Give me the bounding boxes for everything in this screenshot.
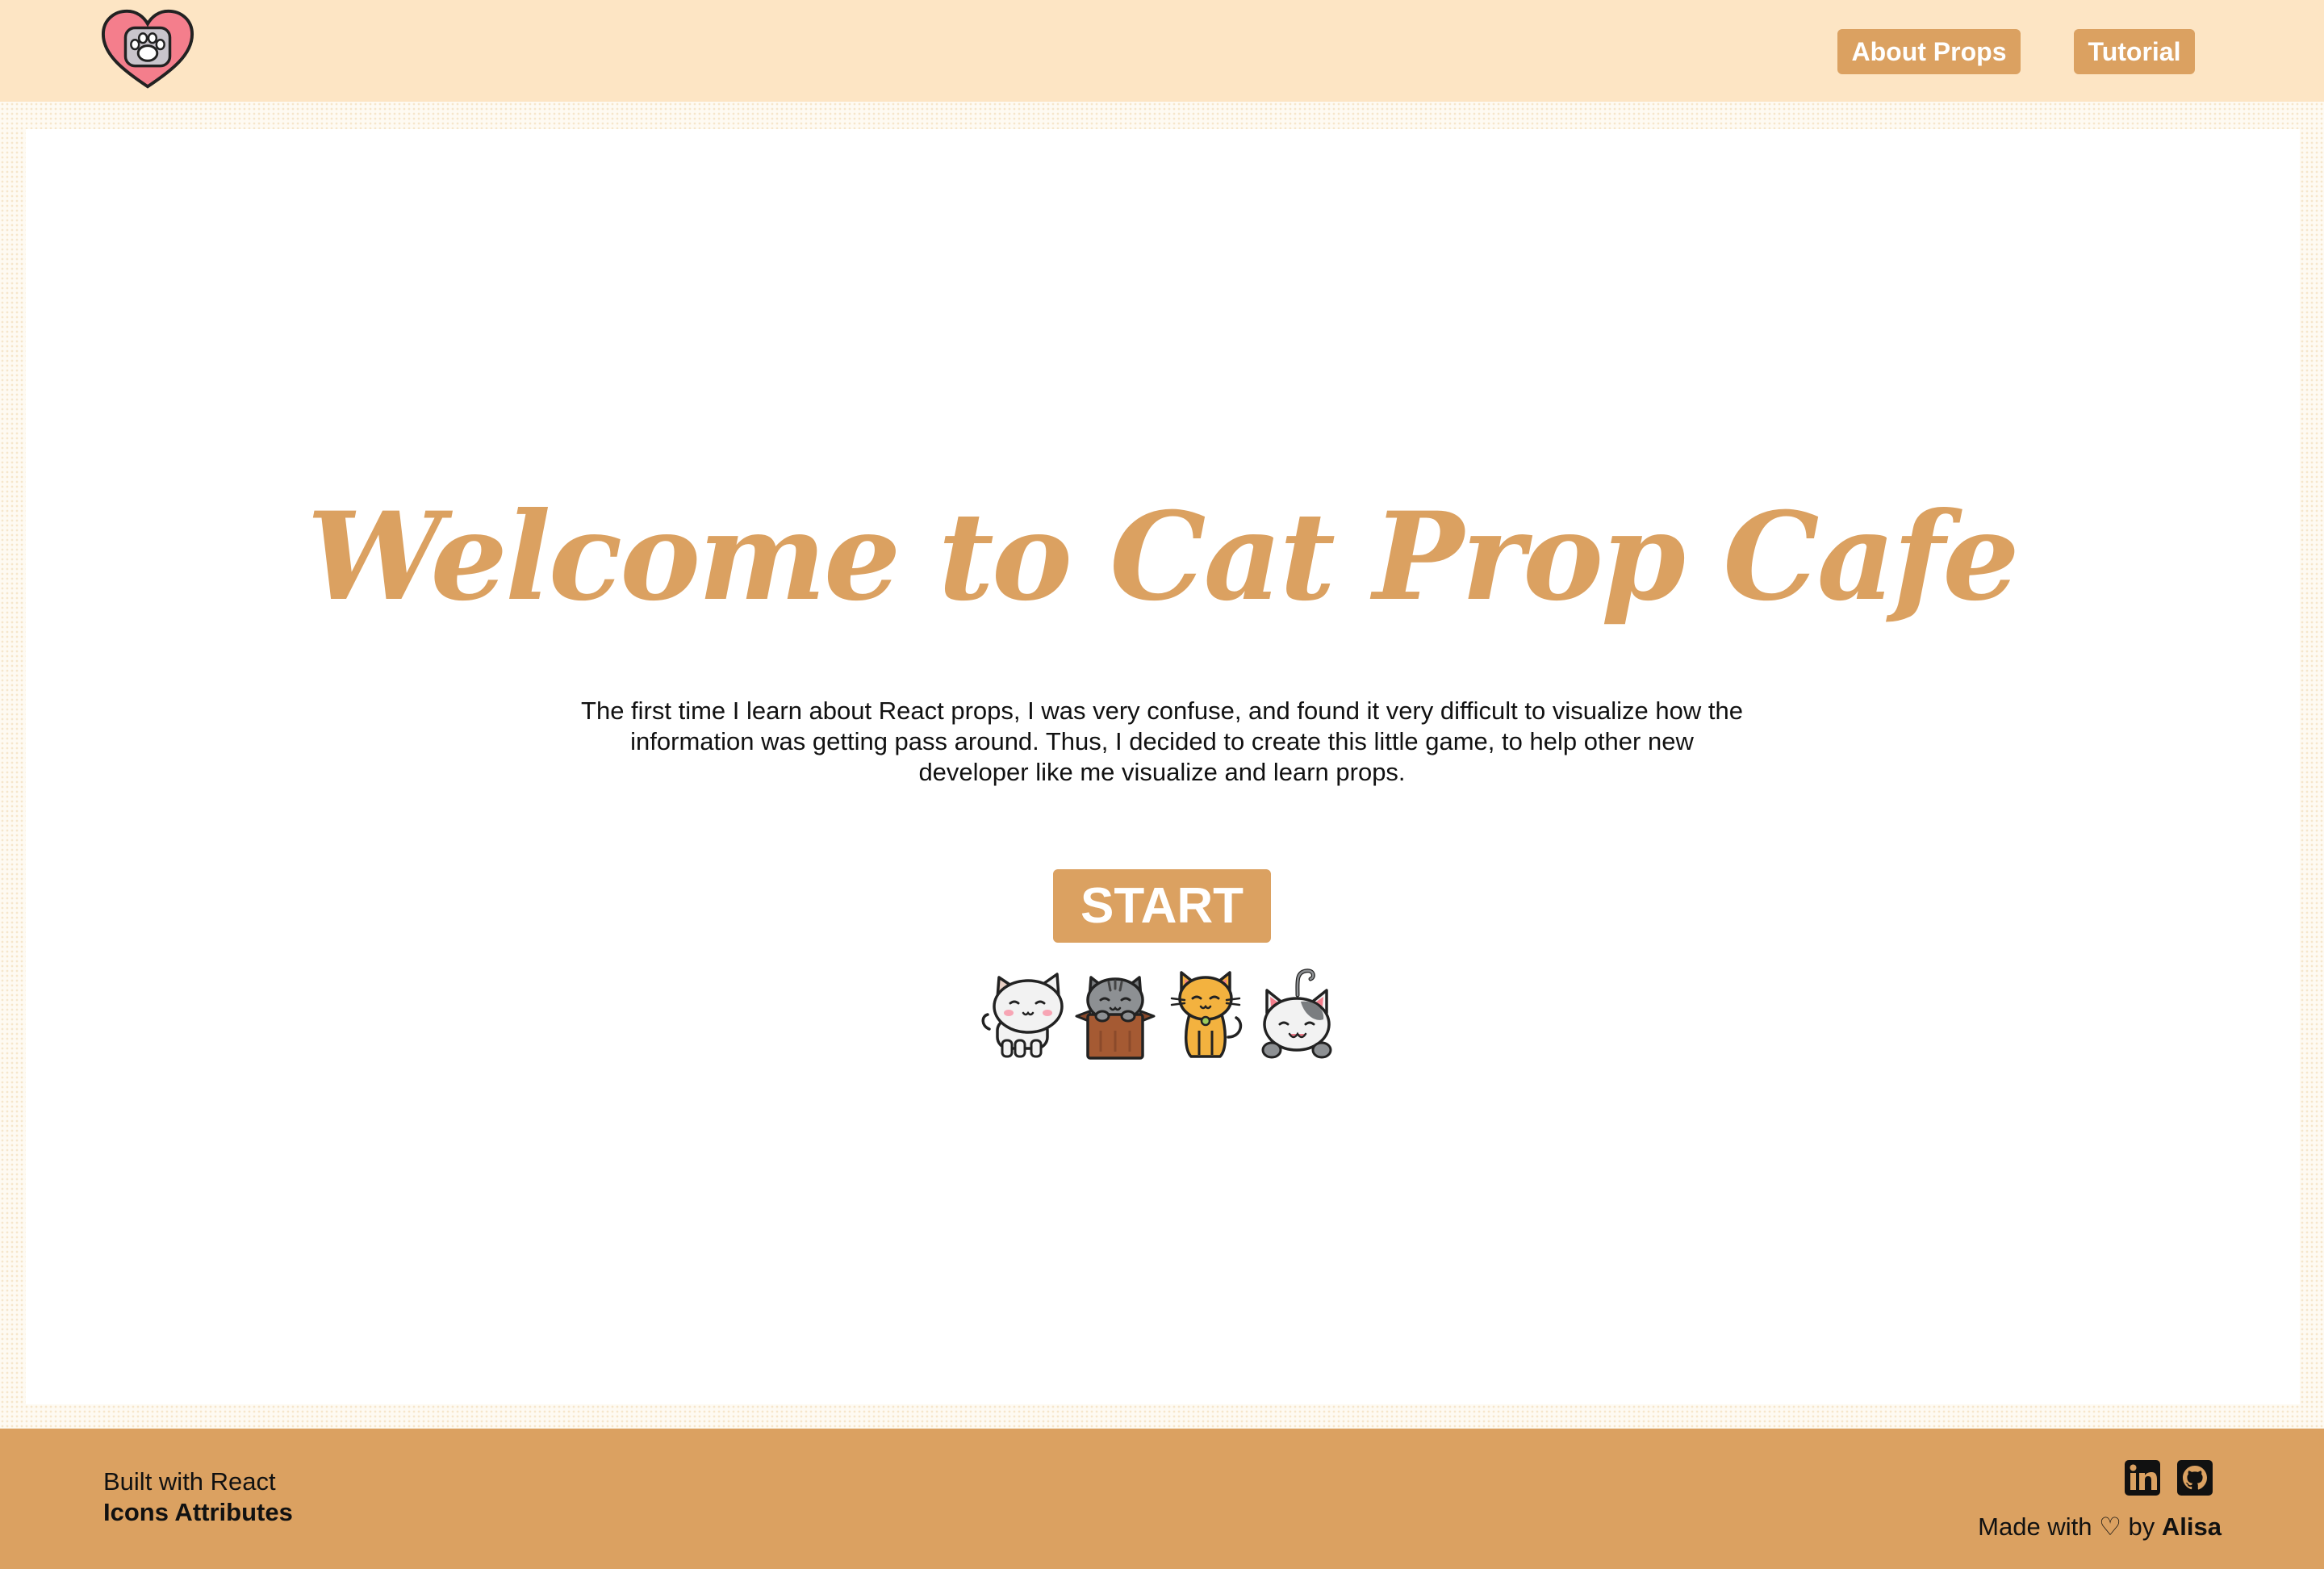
page-title: Welcome to Cat Prop Cafe [307,486,2020,628]
grey-cat-in-box-icon [1070,966,1162,1061]
tutorial-button[interactable]: Tutorial [2074,29,2195,74]
built-with-text: Built with React [103,1467,276,1496]
top-nav-bar: About Props Tutorial [0,0,2324,102]
icons-attributes-link[interactable]: Icons Attributes [103,1498,293,1527]
cat-illustrations [980,966,1344,1061]
heart-paw-icon[interactable] [100,8,195,92]
orange-cat-icon [1160,966,1252,1061]
calico-cat-icon [1251,966,1343,1061]
heart-icon: ♡ [2099,1513,2121,1541]
by-label: by [2128,1513,2155,1541]
about-props-button[interactable]: About Props [1837,29,2021,74]
white-cat-icon [980,966,1072,1061]
start-button[interactable]: START [1053,869,1271,943]
made-with-label: Made with [1978,1513,2092,1541]
linkedin-icon[interactable] [2124,1459,2161,1496]
made-with-credit: Made with ♡ by Alisa [1978,1513,2222,1542]
intro-paragraph: The first time I learn about React props… [581,697,1743,786]
github-icon[interactable] [2176,1459,2213,1496]
footer: Built with React Icons Attributes Made w… [0,1429,2324,1569]
author-name[interactable]: Alisa [2162,1513,2222,1541]
